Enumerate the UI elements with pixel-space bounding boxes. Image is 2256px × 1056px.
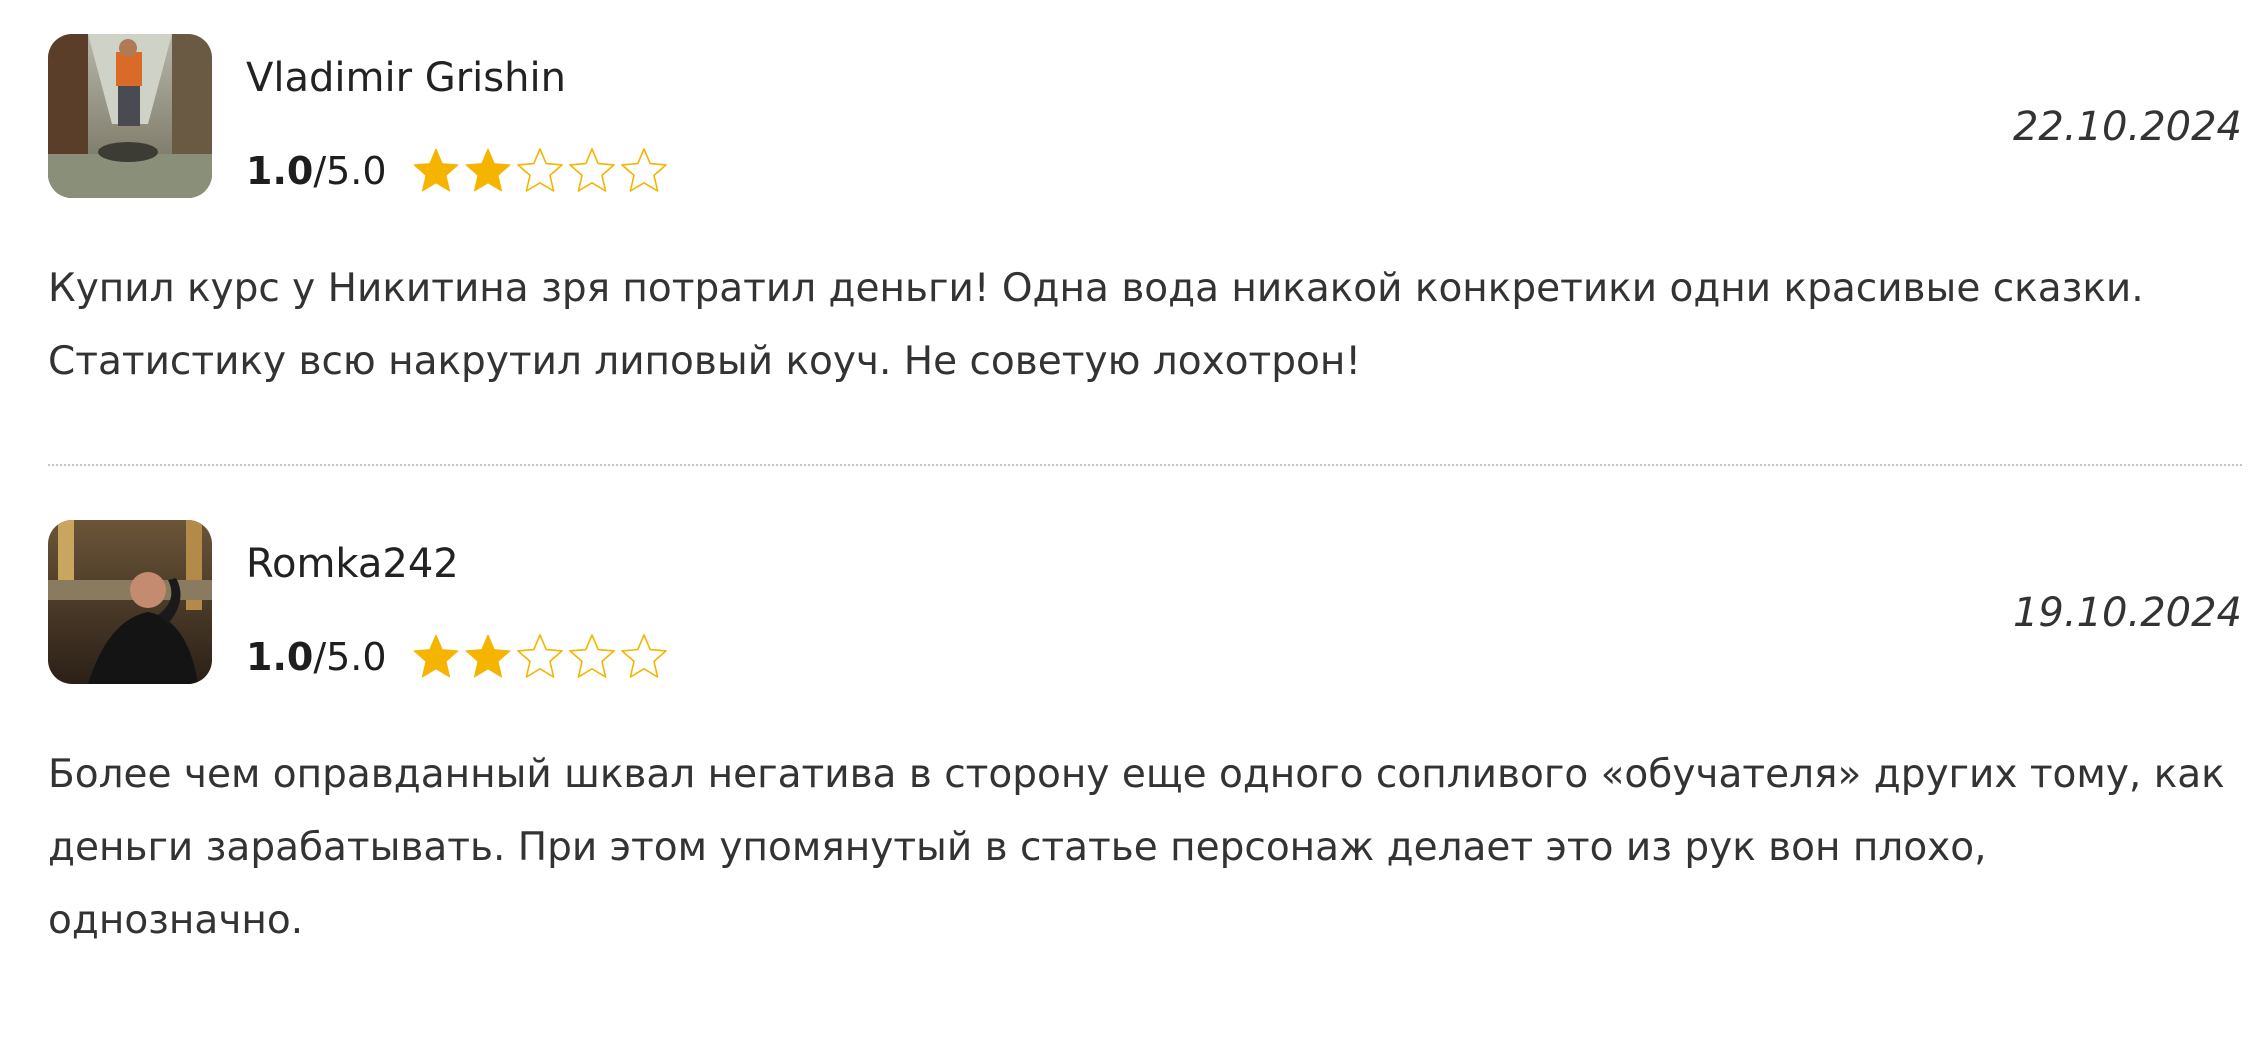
star-filled-icon: [463, 632, 513, 682]
star-empty-icon: [567, 632, 617, 682]
star-empty-icon: [619, 632, 669, 682]
rating-max: /5.0: [313, 635, 387, 679]
star-filled-icon: [411, 146, 461, 196]
avatar[interactable]: [48, 520, 212, 684]
review-item: Vladimir Grishin 1.0 /5.0 22.10.2024 Куп…: [48, 34, 2242, 464]
star-filled-icon: [463, 146, 513, 196]
rating: 1.0 /5.0: [246, 146, 669, 196]
star-empty-icon: [619, 146, 669, 196]
author-name[interactable]: Vladimir Grishin: [246, 54, 566, 102]
star-filled-icon: [411, 632, 461, 682]
rating-score: 1.0: [246, 149, 314, 193]
rating-score: 1.0: [246, 635, 314, 679]
review-divider: [48, 464, 2242, 466]
avatar-image: [48, 34, 212, 198]
star-rating: [411, 146, 669, 196]
star-empty-icon: [567, 146, 617, 196]
review-text: Купил курс у Никитина зря потратил деньг…: [48, 266, 2144, 384]
star-empty-icon: [515, 146, 565, 196]
star-rating: [411, 632, 669, 682]
star-empty-icon: [515, 632, 565, 682]
review-text: Более чем оправданный шквал негатива в с…: [48, 752, 2225, 943]
review-date: 22.10.2024: [2012, 104, 2242, 150]
avatar-image: [48, 520, 212, 684]
review-item: Romka242 1.0 /5.0 19.10.2024 Более чем о…: [48, 520, 2242, 1000]
rating-max: /5.0: [313, 149, 387, 193]
author-name[interactable]: Romka242: [246, 540, 459, 588]
rating: 1.0 /5.0: [246, 632, 669, 682]
reviews-list: Vladimir Grishin 1.0 /5.0 22.10.2024 Куп…: [48, 34, 2242, 1000]
review-date: 19.10.2024: [2012, 590, 2242, 636]
avatar[interactable]: [48, 34, 212, 198]
